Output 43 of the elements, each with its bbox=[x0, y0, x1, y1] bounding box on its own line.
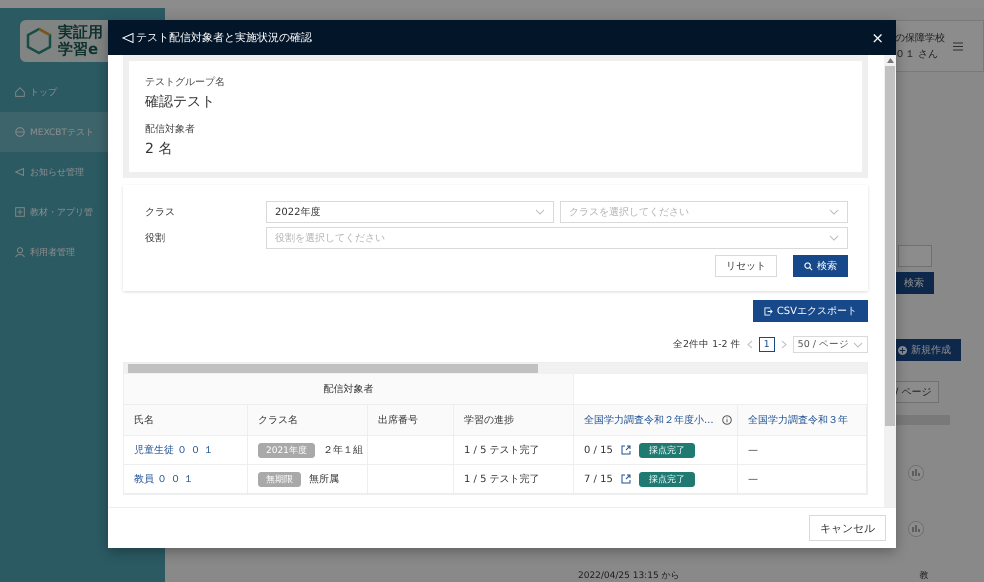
field-label: 配信対象者 bbox=[145, 122, 195, 136]
table-cell: — bbox=[748, 444, 758, 456]
field-label: 役割 bbox=[145, 232, 166, 245]
table-cell: — bbox=[748, 474, 758, 484]
logo-text: 実証用 bbox=[58, 24, 103, 41]
pagination-summary: 全2件中 1-2 件 bbox=[673, 338, 741, 351]
table-cell-text: 1 / 5 テスト完了 bbox=[464, 472, 540, 486]
student-link[interactable]: 教員 ０ ０ １ bbox=[134, 472, 194, 486]
page-size-select[interactable]: 50 / ページ bbox=[792, 336, 868, 353]
field-label: クラス bbox=[145, 206, 176, 219]
search-button[interactable]: 検索 bbox=[793, 255, 848, 277]
table-cell-text: 1 / 5 テスト完了 bbox=[464, 444, 540, 457]
group-name: 確認テスト bbox=[145, 93, 215, 111]
table-cell-text: ２年１組 bbox=[322, 444, 363, 457]
column-header: 氏名 bbox=[124, 405, 248, 436]
close-button[interactable]: × bbox=[871, 28, 884, 46]
date-text: 2022/04/25 13:15 から bbox=[578, 570, 680, 582]
year-tag: 無期限 bbox=[258, 472, 301, 486]
column-header: 出席番号 bbox=[368, 405, 454, 436]
cancel-button[interactable]: キャンセル bbox=[809, 515, 886, 541]
score-text: 0 / 15 bbox=[584, 444, 613, 456]
column-header: 全国学力調査令和２年度小... bbox=[574, 405, 738, 436]
target-count: 2 名 bbox=[145, 140, 172, 158]
search-button[interactable]: 検索 bbox=[894, 272, 934, 294]
column-header: 全国学力調査令和３年 bbox=[738, 405, 867, 436]
field-label: テストグループ名 bbox=[145, 76, 225, 89]
column-header: クラス名 bbox=[248, 405, 368, 436]
page-button[interactable]: 1 bbox=[758, 337, 775, 352]
column-header: 学習の進捗 bbox=[454, 405, 574, 436]
csv-export-button[interactable]: CSVエクスポート bbox=[752, 300, 868, 322]
score-text: 7 / 15 bbox=[584, 474, 613, 484]
year-select[interactable]: 2022年度 bbox=[266, 201, 554, 223]
status-tag: 採点完了 bbox=[638, 442, 695, 458]
student-link[interactable]: 児童生徒 ０ ０ １ bbox=[134, 443, 214, 457]
status-tag: 採点完了 bbox=[638, 472, 695, 486]
column-group-header: 配信対象者 bbox=[124, 374, 574, 405]
reset-button[interactable]: リセット bbox=[715, 255, 777, 277]
dialog-title: テスト配信対象者と実施状況の確認 bbox=[136, 30, 313, 45]
user-name: ０１ さん bbox=[895, 48, 940, 61]
year-tag: 2021年度 bbox=[258, 442, 315, 458]
row-label: 教 bbox=[920, 570, 929, 582]
logo-text: 学習e bbox=[58, 41, 100, 58]
table-cell-text: 無所属 bbox=[309, 472, 339, 486]
